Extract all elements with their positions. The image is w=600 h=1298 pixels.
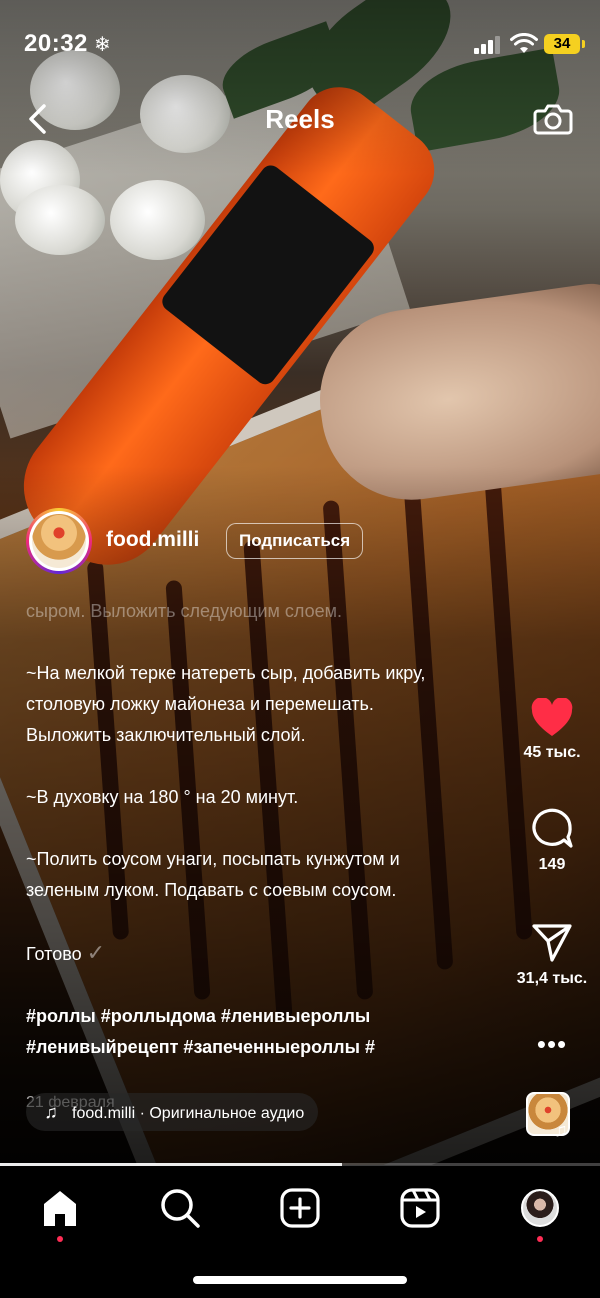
camera-icon[interactable] [532, 98, 574, 140]
author-username[interactable]: food.milli [106, 528, 199, 552]
caption-paragraph: ~В духовку на 180 ° на 20 минут. [26, 787, 299, 807]
tab-notification-dot [537, 1236, 543, 1242]
battery-indicator: 34 [544, 34, 585, 54]
share-action[interactable]: 31,4 тыс. [504, 922, 600, 988]
cellular-signal-icon [474, 36, 500, 54]
audio-label: food.milli · Оригинальное аудио [72, 1105, 305, 1122]
follow-button[interactable]: Подписаться [226, 523, 364, 559]
share-count: 31,4 тыс. [516, 970, 588, 987]
audio-attribution[interactable]: ♫ food.milli · Оригинальное аудио [26, 1093, 319, 1131]
caption-paragraph: ~Полить соусом унаги, посыпать кунжутом … [26, 849, 400, 900]
tab-profile[interactable] [518, 1186, 562, 1242]
home-icon [44, 1191, 76, 1226]
snowflake-icon: ❄ [94, 34, 111, 56]
like-count: 45 тыс. [523, 744, 581, 761]
music-note-icon: ♫ [554, 1120, 568, 1140]
author-avatar[interactable] [26, 508, 92, 574]
caption-paragraph: ~На мелкой терке натереть сыр, добавить … [26, 663, 426, 745]
tab-notification-dot [57, 1236, 63, 1242]
caption-done-text: Готово [26, 944, 82, 964]
home-indicator[interactable] [193, 1276, 407, 1284]
music-note-icon: ♫ [44, 1102, 58, 1122]
page-title: Reels [265, 104, 335, 134]
tab-search[interactable] [158, 1186, 202, 1230]
add-post-icon [280, 1188, 320, 1228]
reel-caption[interactable]: сыром. Выложить следующим слоем. ~На мел… [26, 596, 506, 1118]
comment-icon[interactable] [530, 806, 574, 850]
more-options-icon[interactable]: ••• [504, 1031, 600, 1057]
caption-hashtags[interactable]: #роллы #роллыдома #ленивыероллы #ленивый… [26, 1001, 506, 1063]
comment-action[interactable]: 149 [504, 806, 600, 874]
tab-home[interactable] [38, 1186, 82, 1242]
checkmark-icon: ✓ [86, 940, 106, 965]
profile-avatar [521, 1189, 559, 1227]
heart-icon[interactable] [530, 698, 574, 738]
search-icon [161, 1189, 200, 1228]
caption-faded-line: сыром. Выложить следующим слоем. [26, 601, 342, 621]
author-row: food.milli Подписаться [26, 508, 426, 574]
caption-done-line: Готово ✓ [26, 937, 506, 970]
reels-header: Reels [0, 92, 600, 148]
tab-reels[interactable] [398, 1186, 442, 1230]
tab-create[interactable] [278, 1186, 322, 1230]
send-icon[interactable] [530, 922, 574, 964]
like-action[interactable]: 45 тыс. [504, 698, 600, 762]
status-bar: 20:32 ❄ 34 [0, 0, 600, 90]
reels-icon [400, 1188, 440, 1228]
wifi-icon [510, 33, 538, 53]
status-time: 20:32 [24, 30, 88, 57]
comment-count: 149 [538, 856, 566, 873]
